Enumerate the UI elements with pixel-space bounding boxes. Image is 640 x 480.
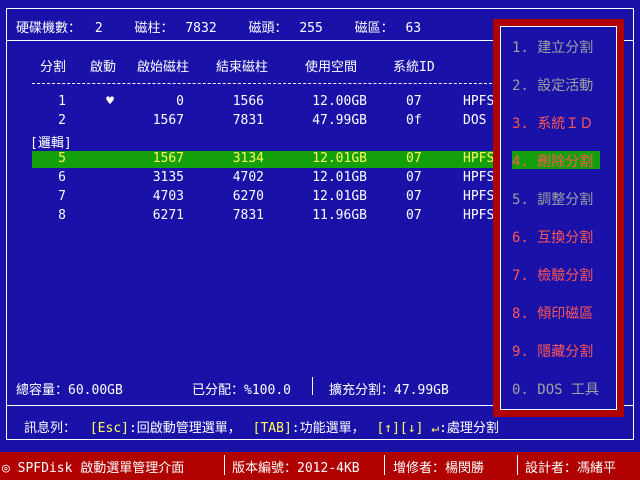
- disks-label: 硬碟機數：: [16, 21, 82, 36]
- row-index: 6: [58, 170, 66, 185]
- total-label: 總容量：: [16, 383, 69, 398]
- summary-allocated: 已分配：%100.0: [192, 379, 291, 398]
- cylinders-value: 7832: [185, 21, 217, 36]
- menu-hide-partition[interactable]: 9. 隱藏分割: [512, 341, 593, 360]
- arrows-text: :處理分割: [439, 421, 499, 436]
- menu-dos-tools[interactable]: 0. DOS 工具: [512, 379, 599, 398]
- summary-divider: [312, 377, 313, 395]
- footer-author: 增修者：楊閔勝: [393, 461, 485, 476]
- esc-text: :回啟動管理選單，: [128, 421, 241, 436]
- menu-set-active[interactable]: 2. 設定活動: [512, 75, 593, 94]
- row-size: 47.99GB: [312, 113, 367, 128]
- row-index: 8: [58, 208, 66, 223]
- column-start-cyl: 啟始磁柱: [137, 60, 190, 75]
- row-start: 3135: [152, 170, 184, 185]
- menu-delete-partition[interactable]: 4. 刪除分割: [512, 151, 600, 170]
- row-index: 2: [58, 113, 66, 128]
- table-header-divider: [32, 83, 502, 84]
- partition-row[interactable]: 8 6271 7831 11.96GB 07 HPFS: [32, 208, 502, 225]
- tab-text: :功能選單，: [291, 421, 365, 436]
- row-start: 4703: [152, 189, 184, 204]
- row-size: 11.96GB: [312, 208, 367, 223]
- row-index: 1: [58, 94, 66, 109]
- footer-designer: 設計者：馮緒平: [525, 461, 617, 476]
- heads-value: 255: [299, 21, 323, 36]
- esc-key: [Esc]: [89, 421, 129, 436]
- row-sysid: 0f: [406, 113, 422, 128]
- summary-total: 總容量：60.00GB: [16, 379, 123, 398]
- footer-app-title: ◎ SPFDisk 啟動選單管理介面: [2, 461, 185, 476]
- menu-create-partition[interactable]: 1. 建立分割: [512, 37, 593, 56]
- extended-label: 擴充分割：: [329, 383, 395, 398]
- arrow-keys: [↑][↓] ↵: [376, 421, 440, 436]
- row-start: 1567: [152, 151, 184, 166]
- partition-row-selected[interactable]: 5 1567 3134 12.01GB 07 HPFS: [32, 151, 502, 168]
- footer-divider: [384, 455, 385, 475]
- row-size: 12.01GB: [312, 170, 367, 185]
- row-end: 1566: [232, 94, 264, 109]
- sectors-label: 磁區：: [354, 21, 394, 36]
- row-end: 7831: [232, 113, 264, 128]
- row-sysid: 07: [406, 189, 422, 204]
- partition-row[interactable]: 2 1567 7831 47.99GB 0f DOS: [32, 113, 502, 130]
- sectors-value: 63: [405, 21, 422, 36]
- row-size: 12.00GB: [312, 94, 367, 109]
- extended-value: 47.99GB: [394, 383, 449, 398]
- row-end: 4702: [232, 170, 264, 185]
- partition-row[interactable]: 1 ♥ 0 1566 12.00GB 07 HPFS: [32, 94, 502, 111]
- row-sysid: 07: [406, 170, 422, 185]
- status-label: 訊息列：: [24, 421, 77, 436]
- cylinders-label: 磁柱：: [134, 21, 174, 36]
- row-start: 0: [176, 94, 184, 109]
- row-sysid: 07: [406, 151, 422, 166]
- row-size: 12.01GB: [312, 151, 367, 166]
- footer-bar: ◎ SPFDisk 啟動選單管理介面 版本編號：2012-4KB 增修者：楊閔勝…: [0, 452, 640, 480]
- column-end-cyl: 結束磁柱: [216, 60, 269, 75]
- row-size: 12.01GB: [312, 189, 367, 204]
- logical-label: [邏輯]: [30, 136, 72, 151]
- row-start: 6271: [152, 208, 184, 223]
- column-system-id: 系統ID: [393, 60, 435, 75]
- row-end: 3134: [232, 151, 264, 166]
- column-partition: 分割: [40, 60, 67, 75]
- column-size: 使用空間: [305, 60, 358, 75]
- menu-system-id[interactable]: 3. 系統ＩＤ: [512, 113, 593, 132]
- footer-divider: [517, 455, 518, 475]
- total-value: 60.00GB: [68, 383, 123, 398]
- row-end: 6270: [232, 189, 264, 204]
- allocated-label: 已分配：: [192, 383, 245, 398]
- row-index: 5: [58, 151, 66, 166]
- row-start: 1567: [152, 113, 184, 128]
- menu-resize-partition[interactable]: 5. 調整分割: [512, 189, 593, 208]
- partition-row[interactable]: 6 3135 4702 12.01GB 07 HPFS: [32, 170, 502, 187]
- column-boot: 啟動: [90, 60, 117, 75]
- row-end: 7831: [232, 208, 264, 223]
- tab-key: [TAB]: [252, 421, 292, 436]
- menu-swap-partition[interactable]: 6. 互換分割: [512, 227, 593, 246]
- row-index: 7: [58, 189, 66, 204]
- footer-version: 版本編號：2012-4KB: [232, 461, 360, 476]
- status-bar: 訊息列： [Esc]:回啟動管理選單， [TAB]:功能選單， [↑][↓] ↵…: [24, 417, 499, 436]
- menu-verify-partition[interactable]: 7. 檢驗分割: [512, 265, 593, 284]
- allocated-value: %100.0: [244, 383, 291, 398]
- header-info: 硬碟機數： 2 磁柱： 7832 磁頭： 255 磁區： 63: [16, 17, 421, 36]
- row-sysid: 07: [406, 208, 422, 223]
- menu-dump-sectors[interactable]: 8. 傾印磁區: [512, 303, 593, 322]
- partition-row[interactable]: 7 4703 6270 12.01GB 07 HPFS: [32, 189, 502, 206]
- disks-value: 2: [94, 21, 103, 36]
- summary-extended: 擴充分割：47.99GB: [329, 379, 449, 398]
- footer-divider: [224, 455, 225, 475]
- row-sysid: 07: [406, 94, 422, 109]
- heads-label: 磁頭：: [248, 21, 288, 36]
